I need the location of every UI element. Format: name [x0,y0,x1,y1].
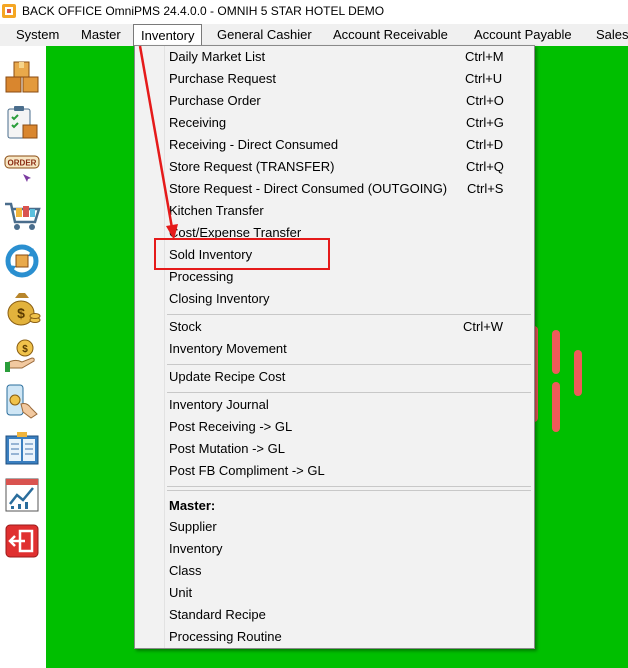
menu-item-post-receiving-gl[interactable]: Post Receiving -> GL [169,416,292,438]
menu-gutter [135,46,165,648]
menu-system[interactable]: System [16,24,59,46]
menu-separator [167,314,531,315]
menu-item-class[interactable]: Class [169,560,202,582]
menu-item-store-request-direct-consumed[interactable]: Store Request - Direct Consumed (OUTGOIN… [169,178,447,200]
order-icon[interactable]: ORDER [3,150,41,188]
mobile-payment-icon[interactable] [3,382,41,420]
menu-item-unit[interactable]: Unit [169,582,192,604]
menu-item-daily-market-list[interactable]: Daily Market List [169,46,265,68]
shopping-cart-icon[interactable] [3,196,41,234]
money-bag-icon[interactable]: $ [3,290,41,328]
inventory-dropdown-menu: Daily Market List Ctrl+M Purchase Reques… [134,45,535,649]
annotation-highlight-box [154,238,330,270]
window-title: BACK OFFICE OmniPMS 24.4.0.0 - OMNIH 5 S… [22,4,385,18]
exit-icon[interactable] [3,522,41,560]
menu-item-standard-recipe[interactable]: Standard Recipe [169,604,266,626]
menu-item-store-request-transfer[interactable]: Store Request (TRANSFER) [169,156,334,178]
shortcut-purchase-request: Ctrl+U [465,71,503,86]
menu-separator [167,486,531,487]
menu-item-supplier[interactable]: Supplier [169,516,217,538]
chart-report-icon[interactable] [3,476,41,514]
menu-inventory[interactable]: Inventory [133,24,203,46]
shortcut-store-request-direct-consumed: Ctrl+S [467,181,504,196]
menu-sales[interactable]: Sales [596,24,628,46]
shortcut-receiving: Ctrl+G [466,115,504,130]
menu-separator [167,392,531,393]
menu-separator [167,490,531,491]
shortcut-store-request-transfer: Ctrl+Q [466,159,504,174]
menu-item-purchase-order[interactable]: Purchase Order [169,90,261,112]
menu-item-inventory-movement[interactable]: Inventory Movement [169,338,287,360]
app-logo-icon [2,4,16,18]
hand-money-icon[interactable]: $ [3,336,41,374]
title-bar: BACK OFFICE OmniPMS 24.4.0.0 - OMNIH 5 S… [0,0,628,24]
menu-item-receiving-direct-consumed[interactable]: Receiving - Direct Consumed [169,134,338,156]
menu-separator [167,364,531,365]
menu-item-post-mutation-gl[interactable]: Post Mutation -> GL [169,438,285,460]
svg-text:$: $ [22,344,28,355]
menu-item-stock[interactable]: Stock [169,316,202,338]
shortcut-purchase-order: Ctrl+O [466,93,504,108]
checklist-clipboard-icon[interactable] [3,104,41,142]
menu-item-closing-inventory[interactable]: Closing Inventory [169,288,269,310]
menu-item-kitchen-transfer[interactable]: Kitchen Transfer [169,200,264,222]
inventory-boxes-icon[interactable] [3,58,41,96]
decorative-bars-graphic [530,326,582,432]
menu-item-inventory-journal[interactable]: Inventory Journal [169,394,269,416]
svg-text:$: $ [17,305,25,321]
menu-master[interactable]: Master [81,24,121,46]
menu-general-cashier[interactable]: General Cashier [217,24,312,46]
shortcut-daily-market-list: Ctrl+M [465,49,504,64]
menu-item-purchase-request[interactable]: Purchase Request [169,68,276,90]
shortcut-stock: Ctrl+W [463,319,504,334]
menu-item-inventory[interactable]: Inventory [169,538,222,560]
menu-account-receivable[interactable]: Account Receivable [333,24,448,46]
menu-account-payable[interactable]: Account Payable [474,24,572,46]
shortcut-receiving-direct-consumed: Ctrl+D [466,137,504,152]
svg-text:ORDER: ORDER [8,159,37,168]
menu-item-update-recipe-cost[interactable]: Update Recipe Cost [169,366,285,388]
book-report-icon[interactable] [3,430,41,468]
menu-section-master: Master: [169,498,216,513]
menu-item-post-fb-compliment-gl[interactable]: Post FB Compliment -> GL [169,460,325,482]
menu-bar: System Master Inventory General Cashier … [0,24,628,46]
refresh-cycle-icon[interactable] [3,242,41,280]
left-toolbar: ORDER $ $ [0,46,44,668]
menu-item-processing-routine[interactable]: Processing Routine [169,626,282,648]
menu-item-receiving[interactable]: Receiving [169,112,226,134]
